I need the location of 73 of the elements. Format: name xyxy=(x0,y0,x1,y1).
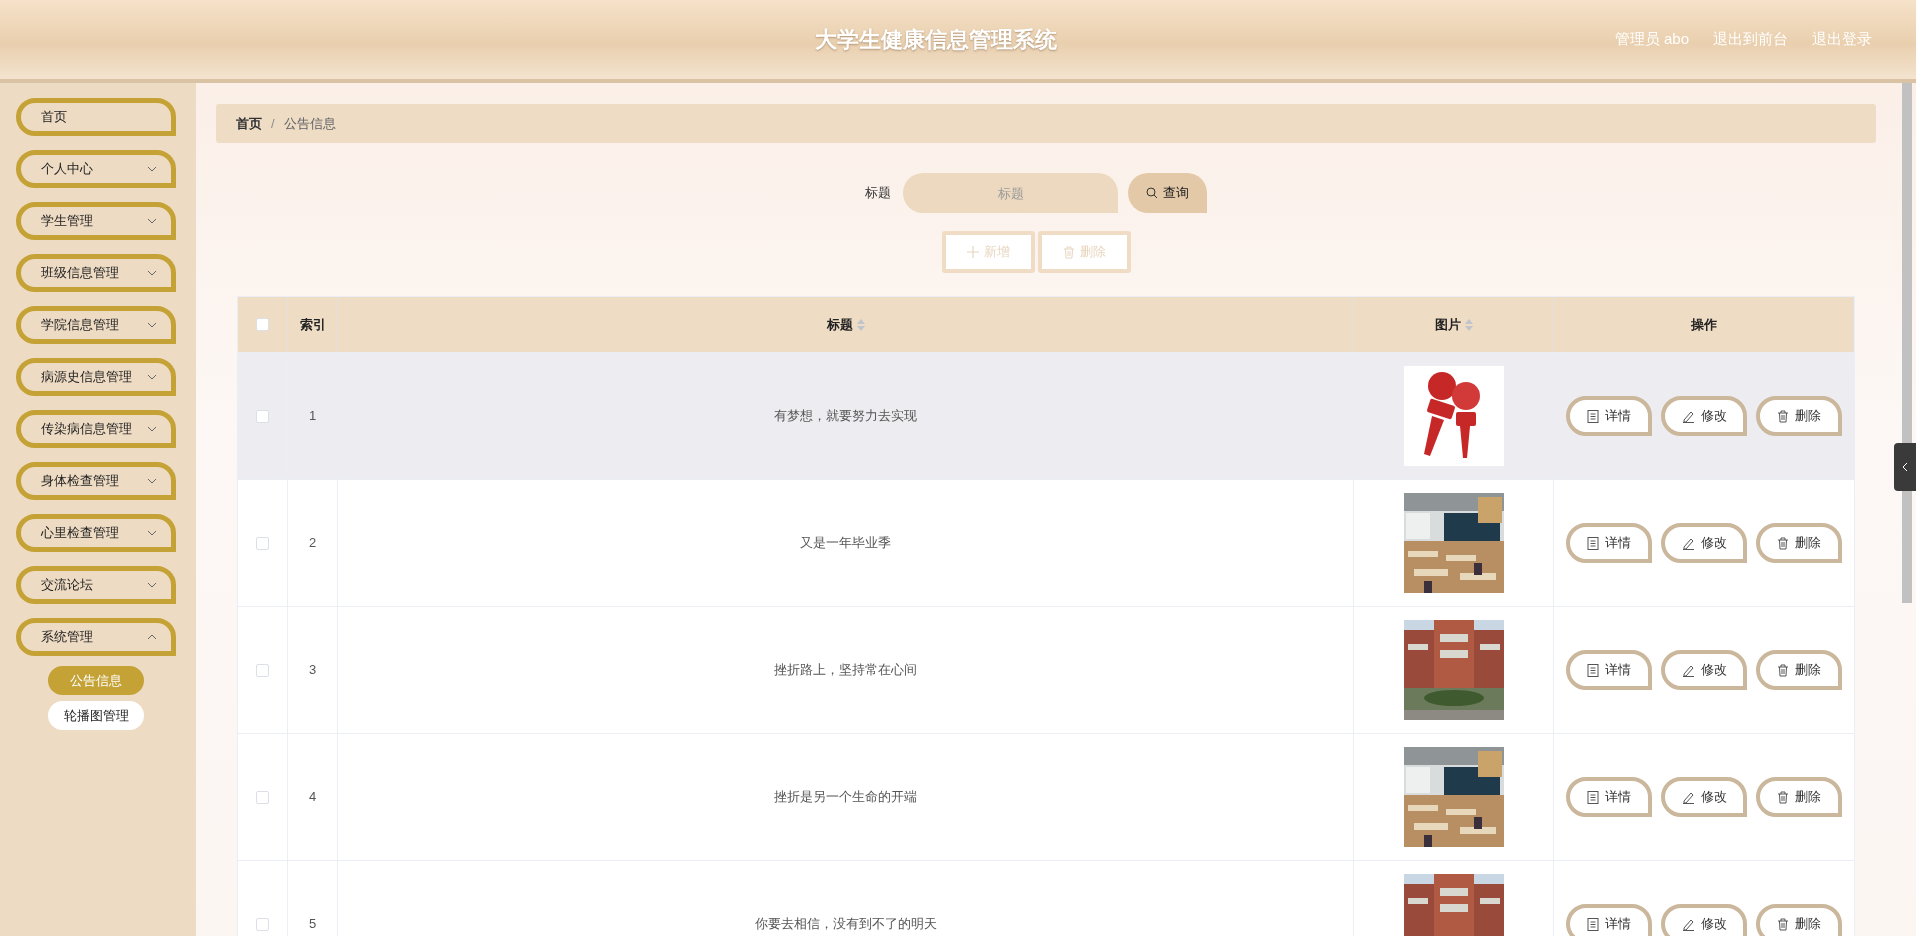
row-checkbox[interactable] xyxy=(256,409,269,423)
breadcrumb-link[interactable]: 首页 xyxy=(236,113,262,134)
scrollbar[interactable] xyxy=(1902,83,1912,603)
title-cell-text: 你要去相信，没有到不了的明天 xyxy=(754,915,937,934)
sort-icon[interactable] xyxy=(1464,318,1473,331)
trash-icon xyxy=(1777,663,1789,677)
edit-button[interactable]: 修改 xyxy=(1661,904,1747,936)
site-title: 大学生健康信息管理系统 xyxy=(815,26,1057,54)
sort-icon[interactable] xyxy=(856,318,865,331)
sidebar-item[interactable]: 班级信息管理 xyxy=(16,254,176,292)
plus-icon xyxy=(966,246,979,258)
sidebar-item[interactable]: 首页 xyxy=(16,98,176,136)
row-checkbox[interactable] xyxy=(256,790,269,804)
edit-button[interactable]: 修改 xyxy=(1661,396,1747,436)
sidebar-item[interactable]: 交流论坛 xyxy=(16,566,176,604)
delete-button[interactable]: 删除 xyxy=(1756,523,1842,563)
select-all-checkbox[interactable] xyxy=(256,318,269,331)
sidebar-item[interactable]: 病源史信息管理 xyxy=(16,358,176,396)
trash-icon xyxy=(1777,790,1789,804)
trash-icon xyxy=(1062,245,1075,259)
row-checkbox[interactable] xyxy=(256,663,269,677)
breadcrumb-separator: / xyxy=(271,114,275,133)
index-cell-text: 1 xyxy=(308,407,317,426)
trash-icon xyxy=(1777,536,1789,550)
pencil-icon xyxy=(1681,409,1695,423)
document-icon xyxy=(1587,409,1599,423)
document-icon xyxy=(1587,917,1599,931)
edit-button[interactable]: 修改 xyxy=(1661,777,1747,817)
sidebar-item[interactable]: 身体检查管理 xyxy=(16,462,176,500)
document-icon xyxy=(1587,663,1599,677)
index-cell-text: 2 xyxy=(308,534,317,553)
row-checkbox[interactable] xyxy=(256,917,269,931)
breadcrumb-link[interactable]: 公告信息 xyxy=(283,113,336,134)
index-cell-text: 4 xyxy=(308,788,317,807)
edit-button[interactable]: 修改 xyxy=(1661,523,1747,563)
sidebar-item[interactable]: 学生管理 xyxy=(16,202,176,240)
trash-icon xyxy=(1777,409,1789,423)
index-cell-text: 3 xyxy=(308,661,317,680)
detail-button[interactable]: 详情 xyxy=(1566,396,1652,436)
document-icon xyxy=(1587,536,1599,550)
sidebar-item[interactable]: 个人中心 xyxy=(16,150,176,188)
sidebar-item[interactable]: 传染病信息管理 xyxy=(16,410,176,448)
detail-button[interactable]: 详情 xyxy=(1566,523,1652,563)
pencil-icon xyxy=(1681,790,1695,804)
delete-button[interactable]: 删除 xyxy=(1756,396,1842,436)
edit-button[interactable]: 修改 xyxy=(1661,650,1747,690)
sidebar-item[interactable]: 心里检查管理 xyxy=(16,514,176,552)
title-cell-text: 又是一年毕业季 xyxy=(800,534,891,553)
chevron-left-icon xyxy=(1902,462,1908,472)
delete-button[interactable]: 删除 xyxy=(1756,777,1842,817)
submenu-item[interactable]: 轮播图管理 xyxy=(48,701,144,730)
search-icon xyxy=(1146,187,1158,199)
search-label: 标题 xyxy=(865,184,891,203)
delete-button[interactable]: 删除 xyxy=(1756,650,1842,690)
detail-button[interactable]: 详情 xyxy=(1566,650,1652,690)
row-checkbox[interactable] xyxy=(256,536,269,550)
detail-button[interactable]: 详情 xyxy=(1566,777,1652,817)
title-cell-text: 挫折路上，坚持常在心间 xyxy=(774,661,917,680)
document-icon xyxy=(1587,790,1599,804)
index-cell-text: 5 xyxy=(308,915,317,934)
title-cell-text: 挫折是另一个生命的开端 xyxy=(774,788,917,807)
sidebar-item[interactable]: 系统管理 xyxy=(16,618,176,656)
pencil-icon xyxy=(1681,917,1695,931)
delete-button[interactable]: 删除 xyxy=(1756,904,1842,936)
detail-button[interactable]: 详情 xyxy=(1566,904,1652,936)
pencil-icon xyxy=(1681,536,1695,550)
search-field[interactable]: 标题 xyxy=(903,173,1118,213)
collapse-tab[interactable] xyxy=(1894,443,1916,491)
title-cell-text: 有梦想，就要努力去实现 xyxy=(774,407,917,426)
sidebar-item[interactable]: 学院信息管理 xyxy=(16,306,176,344)
pencil-icon xyxy=(1681,663,1695,677)
search-button[interactable]: 查询 xyxy=(1128,173,1207,213)
trash-icon xyxy=(1777,917,1789,931)
